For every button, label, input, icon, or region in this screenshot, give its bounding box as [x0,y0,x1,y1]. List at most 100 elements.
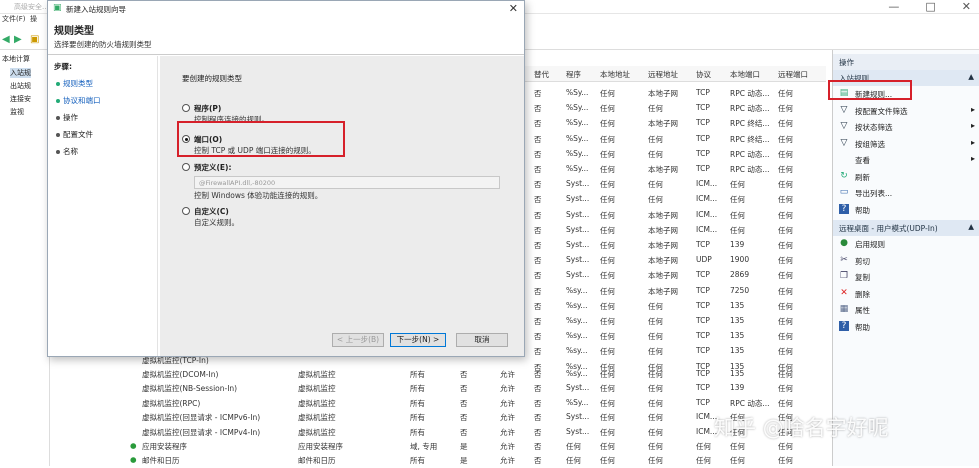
action-item[interactable]: ? 帮助 [837,320,977,335]
table-cell: 任何 [778,456,793,466]
action-item[interactable]: 查看 ▸ [837,153,977,168]
action-item[interactable]: ❐ 复制 [837,270,977,285]
table-cell: %Sy... [566,133,589,143]
actions-pane: 操作 入站规则 ▲ ▤ 新建规则... ▽ 按配置文件筛选 ▸ ▽ 按状态筛选 ▸ ▽ 按组筛选 ▸… [832,50,979,466]
table-cell: %Sy... [566,148,589,158]
radio-predefined[interactable] [182,163,190,171]
table-cell: %Sy... [566,118,589,128]
table-cell: TCP [696,300,710,310]
predefined-select[interactable]: @FirewallAPI.dll,-80200 [194,176,500,189]
dialog-heading: 规则类型 [54,26,94,37]
folder-icon[interactable]: ▣ [30,34,42,46]
cancel-button[interactable]: 取消 [456,333,508,347]
action-item[interactable]: ▽ 按配置文件筛选 ▸ [837,104,977,119]
table-cell: 139 [730,240,745,249]
table-cell: 任何 [778,256,793,266]
option-custom[interactable]: 自定义(C) 自定义规则。 [182,206,239,227]
table-cell: 任何 [600,427,615,437]
action-item[interactable]: ▽ 按组筛选 ▸ [837,137,977,152]
option-program[interactable]: 程序(P) 控制程序连接的规则。 [182,103,269,124]
table-cell: 任何 [778,347,793,357]
action-item[interactable]: ▽ 按状态筛选 ▸ [837,120,977,135]
column-header[interactable]: 协议 [696,69,711,80]
back-button[interactable]: < 上一步(B) [332,333,384,347]
table-row[interactable]: 虚拟机监控(DCOM-In) 虚拟机监控 所有 否 允许 否 %sy... 任何 任何 TCP 13… [126,367,826,382]
actions-header: 操作 [833,54,979,70]
table-cell: 否 [460,384,468,394]
tree-item-inbound[interactable]: 入站规 [10,68,31,78]
table-cell: 否 [534,149,542,159]
column-header[interactable]: 远程端口 [778,69,808,80]
next-button[interactable]: 下一步(N) > [390,333,446,347]
tree-item-monitor[interactable]: 监视 [10,107,24,117]
step-label: 协议和端口 [63,96,101,105]
table-cell: 是 [460,456,468,466]
column-header[interactable]: 替代 [534,69,549,80]
table-cell: 任何 [600,195,615,205]
action-item[interactable]: ✂ 剪切 [837,254,977,269]
table-cell: 本地子网 [648,286,678,296]
collapse-icon[interactable]: ▲ [968,72,974,81]
table-cell: 否 [534,134,542,144]
step-profile[interactable]: 配置文件 [56,129,93,140]
column-header[interactable]: 远程地址 [648,69,678,80]
table-cell: 虚拟机监控(回显请求 - ICMPv4-In) [142,427,261,437]
table-cell: 任何 [600,398,615,408]
step-protocol-port[interactable]: 协议和端口 [56,95,101,106]
collapse-icon[interactable]: ▲ [968,222,974,231]
action-item[interactable]: ▦ 属性 [837,303,977,318]
step-action[interactable]: 操作 [56,112,78,123]
table-cell: 任何 [600,301,615,311]
help-icon: ? [839,203,849,214]
table-cell: TCP [696,88,710,97]
table-row[interactable]: 虚拟机监控(RPC) 虚拟机监控 所有 否 允许 否 %Sy... 任何 任何 TCP RPC 动态… [126,396,826,411]
dialog-title: 新建入站规则向导 [66,5,126,14]
radio-program[interactable] [182,104,190,112]
table-cell: 所有 [410,456,425,466]
table-cell: Syst... [566,426,590,436]
table-cell: 任何 [600,256,615,266]
submenu-arrow-icon: ▸ [970,104,975,114]
table-cell: 任何 [600,332,615,342]
menu-action[interactable]: 操 [30,15,37,23]
step-label: 操作 [63,113,78,122]
radio-custom[interactable] [182,207,190,215]
step-rule-type[interactable]: 规则类型 [56,78,93,89]
column-header[interactable]: 程序 [566,69,581,80]
table-cell: 虚拟机监控(回显请求 - ICMPv6-In) [142,413,261,423]
table-cell: 任何 [778,317,793,326]
table-cell: 任何 [778,119,793,129]
forward-icon[interactable]: ▶ [14,34,26,46]
table-cell: 任何 [778,241,793,250]
step-name[interactable]: 名称 [56,146,78,157]
option-predefined[interactable]: 预定义(E): 控制 Windows 体验功能连接的规则。 [182,162,322,200]
column-header[interactable]: 本地地址 [600,69,630,80]
minimize-button[interactable]: — [888,0,899,13]
action-item[interactable]: ↻ 刷新 [837,170,977,185]
tree-item-connection-security[interactable]: 连接安 [10,94,31,104]
action-item[interactable]: ● 启用规则 [837,237,977,252]
dialog-header: 规则类型 选择要创建的防火墙规则类型 [48,15,524,55]
table-cell: 135 [730,316,745,325]
dialog-close-button[interactable]: ✕ [509,2,518,15]
menu-file[interactable]: 文件(F) [2,15,26,23]
option-predefined-desc: 控制 Windows 体验功能连接的规则。 [194,191,323,200]
table-cell: 任何 [648,384,663,394]
action-item[interactable]: ? 帮助 [837,203,977,218]
close-button[interactable]: ✕ [962,0,971,13]
table-cell: 允许 [500,427,515,437]
maximize-button[interactable]: □ [925,0,935,13]
tree-item-outbound[interactable]: 出站规 [10,81,31,91]
table-cell: 否 [534,398,542,408]
actions-section-rule[interactable]: 远程桌面 - 用户模式(UDP-In) ▲ [833,220,979,236]
column-header[interactable]: 本地端口 [730,69,760,80]
tree-item-local[interactable]: 本地计算 [2,54,30,64]
table-cell: 139 [730,383,745,393]
table-cell: 任何 [600,165,615,174]
table-cell: TCP [696,240,710,249]
back-icon[interactable]: ◀ [2,34,14,46]
action-item[interactable]: ✕ 删除 [837,287,977,302]
table-cell: 任何 [648,149,663,159]
table-row[interactable]: 虚拟机监控(NB-Session-In) 虚拟机监控 所有 否 允许 否 Syst... 任何… [126,381,826,396]
action-item[interactable]: ▭ 导出列表... [837,186,977,201]
